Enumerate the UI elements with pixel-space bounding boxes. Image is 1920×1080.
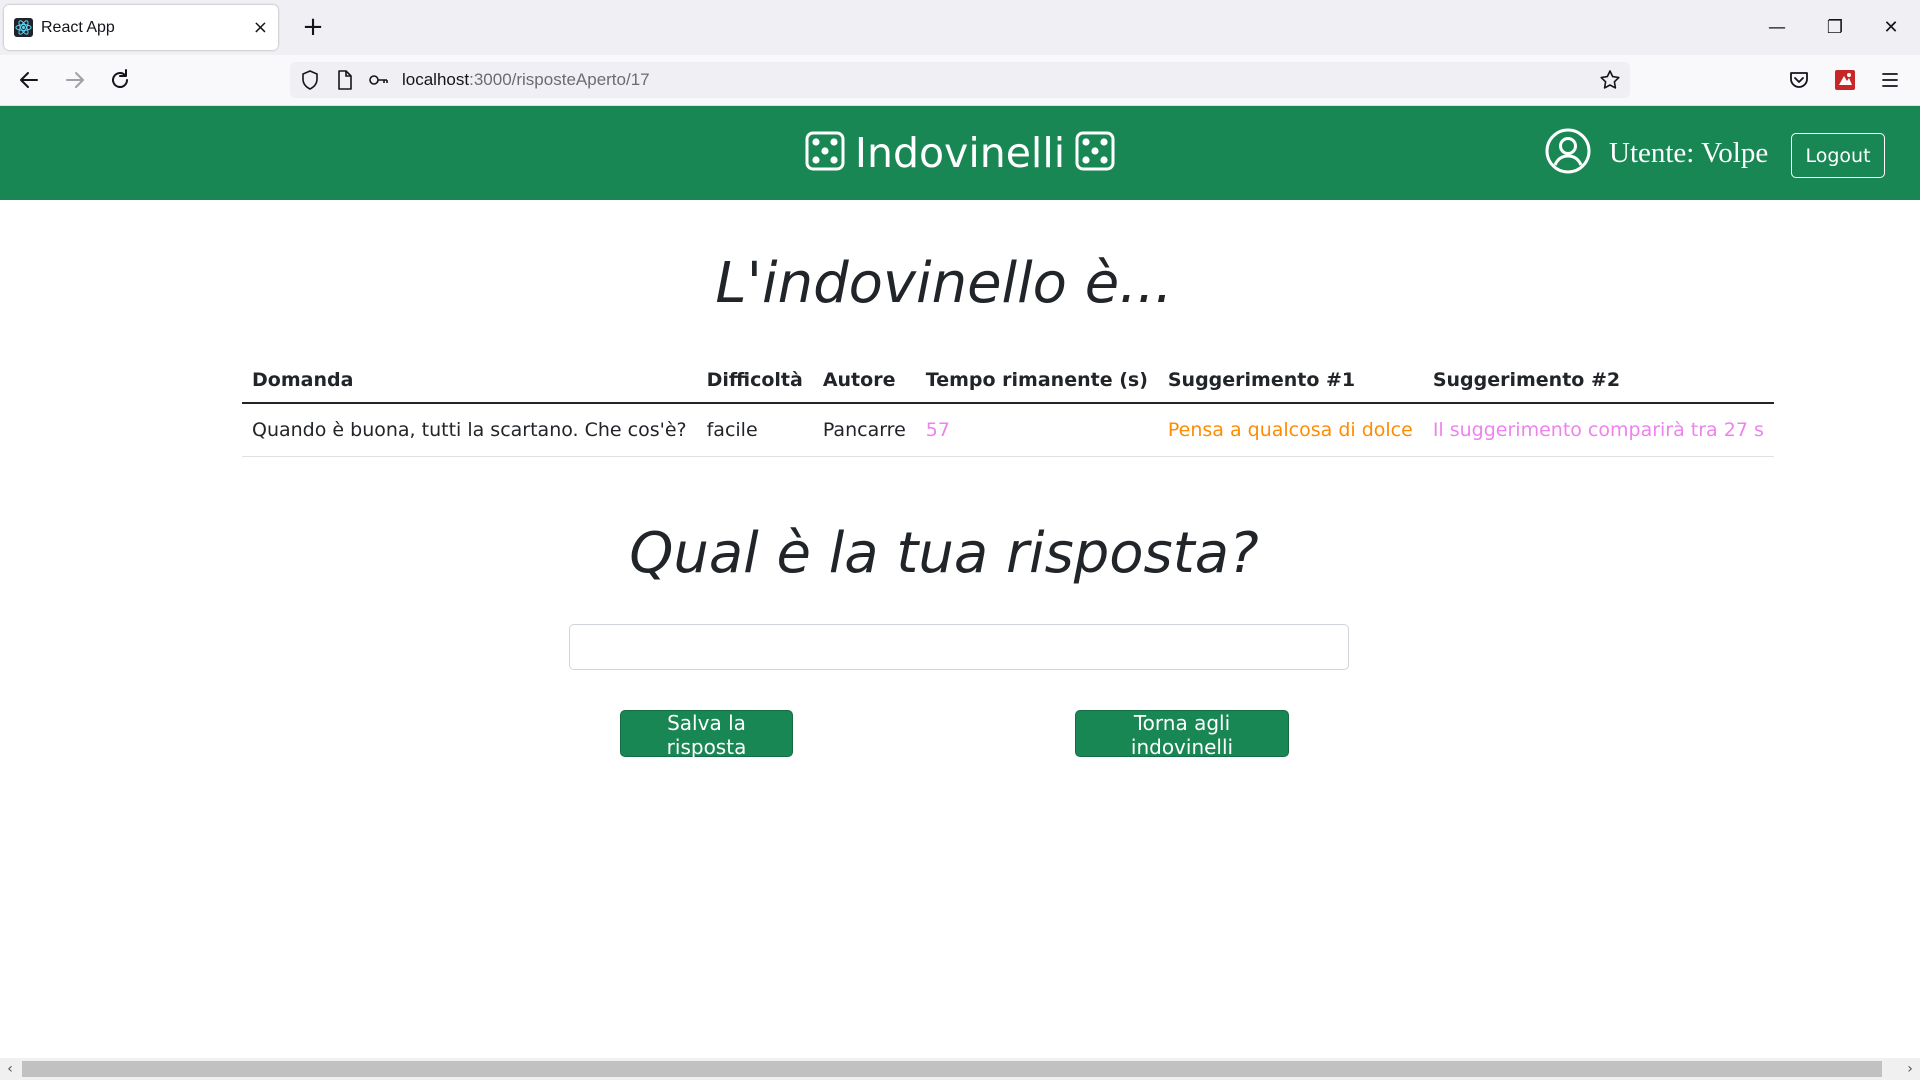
cell-autore: Pancarre bbox=[812, 403, 916, 457]
minimize-icon[interactable]: — bbox=[1748, 0, 1806, 55]
brand-title: Indovinelli bbox=[854, 129, 1066, 177]
back-to-riddles-button[interactable]: Torna agli indovinelli bbox=[1075, 710, 1289, 759]
column-header: Difficoltà bbox=[696, 358, 813, 404]
bookmark-star-icon[interactable] bbox=[1598, 68, 1622, 92]
cell-suggerimento-2: Il suggerimento comparirà tra 27 s bbox=[1422, 403, 1774, 457]
url-text[interactable]: localhost:3000/risposteAperto/17 bbox=[402, 62, 650, 98]
column-header: Suggerimento #1 bbox=[1157, 358, 1423, 404]
shield-icon[interactable] bbox=[298, 68, 322, 92]
app-header: Indovinelli Utente: Volpe Logout bbox=[0, 106, 1920, 200]
restore-icon[interactable]: ❐ bbox=[1806, 0, 1864, 55]
new-tab-icon[interactable]: + bbox=[296, 10, 330, 44]
dice-five-icon bbox=[805, 131, 845, 171]
browser-nav-bar: localhost:3000/risposteAperto/17 bbox=[0, 55, 1920, 106]
table-header-row: Domanda Difficoltà Autore Tempo rimanent… bbox=[242, 358, 1774, 404]
url-host: localhost bbox=[402, 70, 470, 89]
cell-difficolta: facile bbox=[696, 403, 813, 457]
window-close-icon[interactable]: ✕ bbox=[1862, 0, 1920, 55]
back-arrow-icon[interactable] bbox=[12, 63, 46, 97]
column-header: Tempo rimanente (s) bbox=[915, 358, 1158, 404]
page-icon[interactable] bbox=[332, 68, 356, 92]
key-icon[interactable] bbox=[366, 68, 390, 92]
scrollbar-thumb[interactable] bbox=[22, 1061, 1882, 1077]
answer-input[interactable] bbox=[569, 624, 1349, 670]
column-header: Domanda bbox=[242, 358, 697, 404]
user-circle-icon bbox=[1545, 128, 1591, 174]
cell-suggerimento-1: Pensa a qualcosa di dolce bbox=[1157, 403, 1423, 457]
forward-arrow-icon[interactable] bbox=[58, 63, 92, 97]
cell-tempo-rimanente: 57 bbox=[915, 403, 1158, 457]
pocket-icon[interactable] bbox=[1782, 63, 1816, 97]
cell-domanda: Quando è buona, tutti la scartano. Che c… bbox=[242, 403, 697, 457]
page-title: L'indovinello è... bbox=[715, 251, 1173, 316]
answer-title: Qual è la tua risposta? bbox=[629, 521, 1259, 586]
column-header: Autore bbox=[812, 358, 916, 404]
scroll-left-icon[interactable]: ‹ bbox=[0, 1058, 20, 1080]
column-header: Suggerimento #2 bbox=[1422, 358, 1774, 404]
save-answer-button[interactable]: Salva la risposta bbox=[620, 710, 793, 759]
browser-tab[interactable]: React App × bbox=[4, 5, 278, 50]
tab-close-icon[interactable]: × bbox=[253, 5, 268, 50]
table-row: Quando è buona, tutti la scartano. Che c… bbox=[242, 403, 1774, 457]
user-label: Utente: Volpe bbox=[1609, 137, 1769, 169]
url-bar[interactable]: localhost:3000/risposteAperto/17 bbox=[290, 62, 1630, 98]
horizontal-scrollbar[interactable]: ‹ › bbox=[0, 1058, 1920, 1080]
browser-tab-bar: React App × + — ❐ ✕ bbox=[0, 0, 1920, 55]
url-path: :3000/risposteAperto/17 bbox=[469, 70, 650, 89]
reload-icon[interactable] bbox=[103, 63, 137, 97]
menu-icon[interactable] bbox=[1873, 63, 1907, 97]
riddle-table: Domanda Difficoltà Autore Tempo rimanent… bbox=[242, 358, 1774, 457]
dice-five-icon bbox=[1075, 131, 1115, 171]
scroll-right-icon[interactable]: › bbox=[1900, 1058, 1920, 1080]
extension-icon[interactable] bbox=[1828, 63, 1862, 97]
tab-title: React App bbox=[41, 19, 115, 36]
logout-button[interactable]: Logout bbox=[1791, 133, 1885, 178]
react-logo-icon bbox=[14, 18, 33, 37]
